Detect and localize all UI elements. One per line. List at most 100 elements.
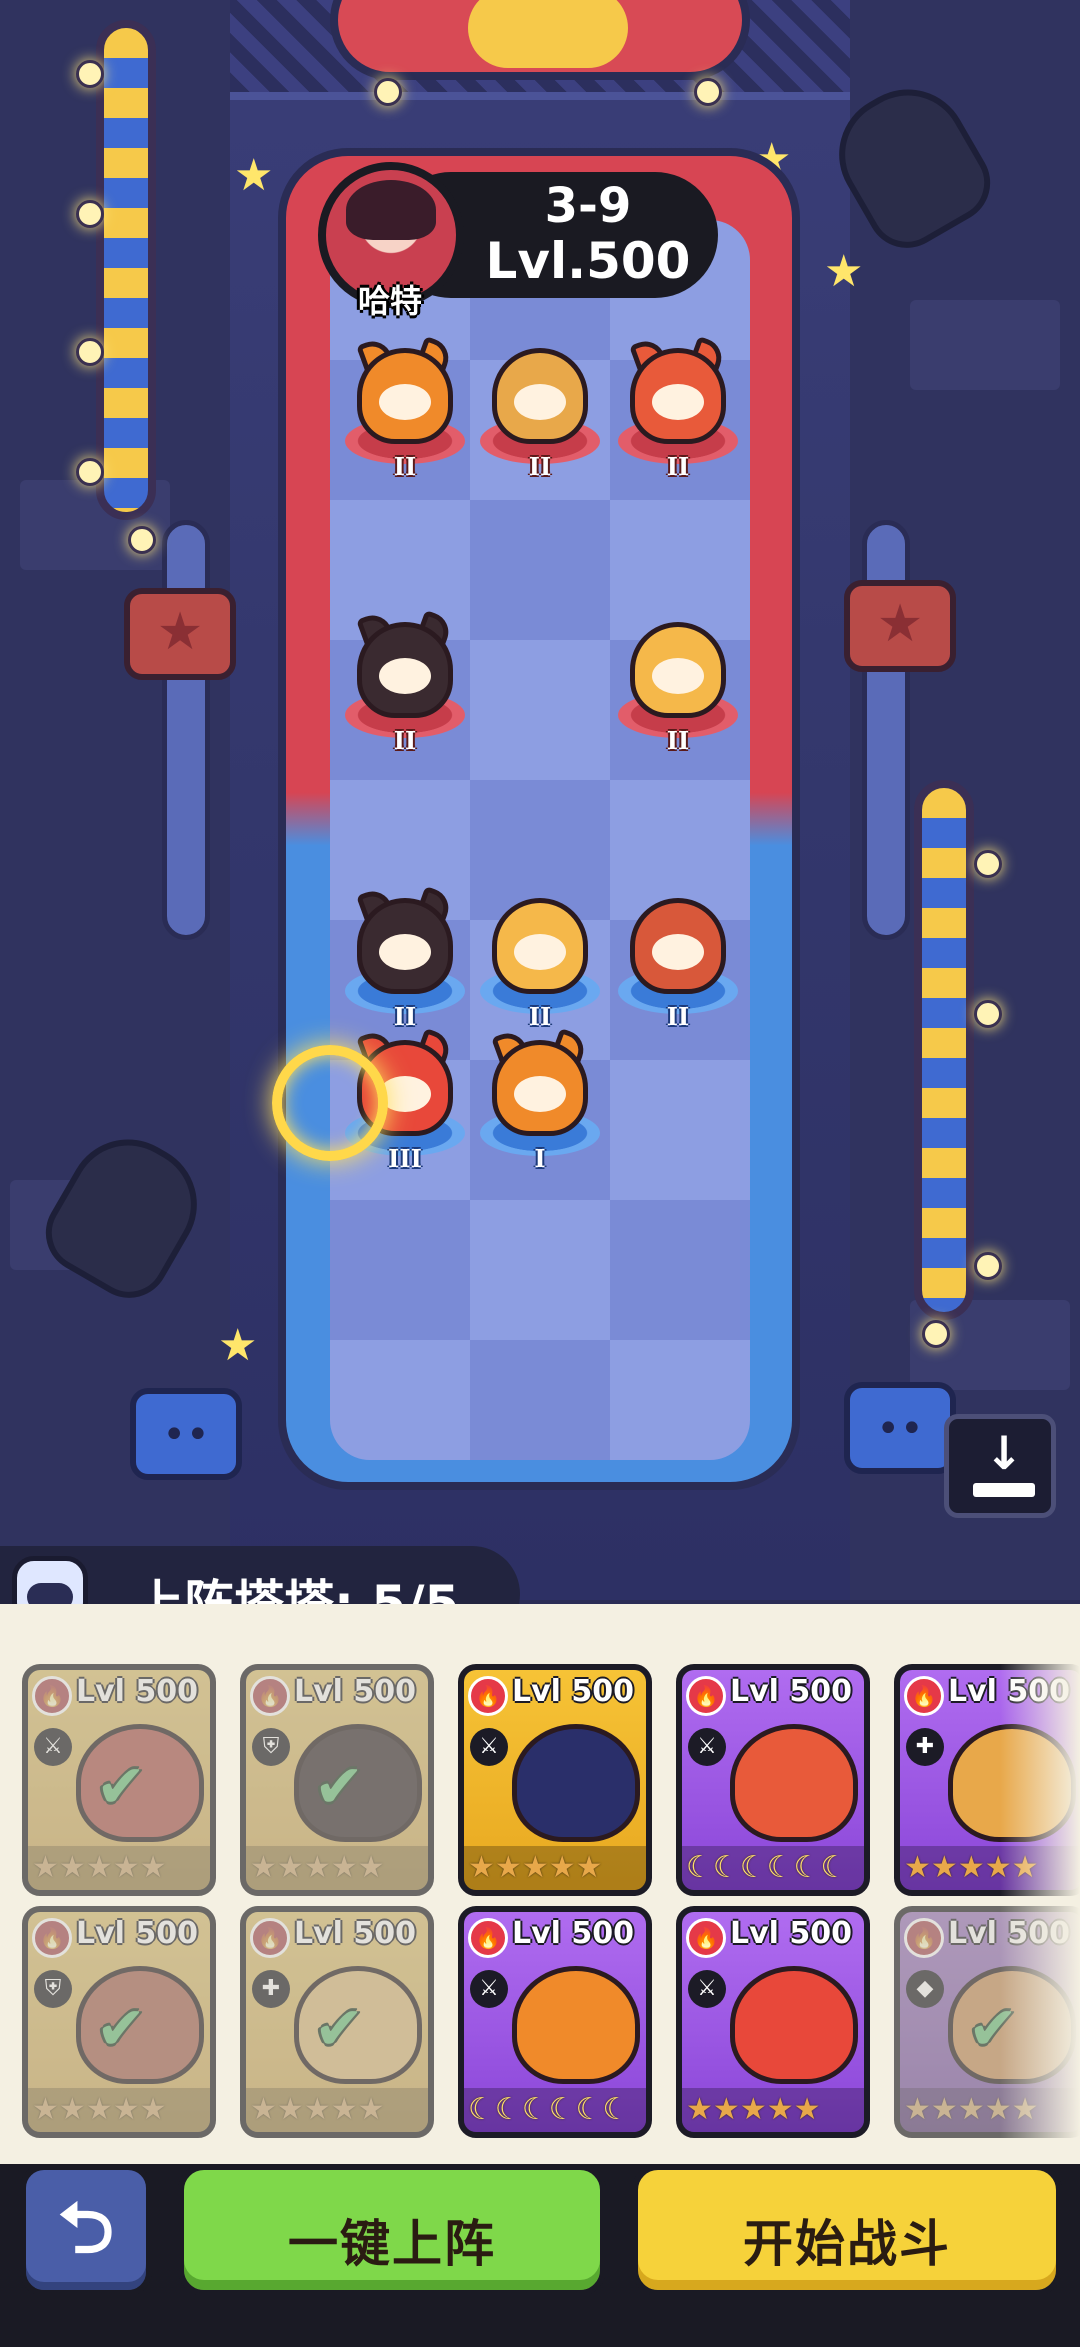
moon-icon: ☾	[820, 1850, 848, 1885]
selection-ring	[272, 1045, 388, 1161]
fire-owl-unit-icon[interactable]: II	[608, 335, 748, 490]
right-checker-banner	[914, 780, 974, 1320]
moon-icon: ☾	[739, 1850, 767, 1885]
fire-element-icon	[250, 1918, 290, 1958]
moon-icon: ☾	[575, 2092, 603, 2127]
rank-stars: ★★★★★	[246, 1846, 428, 1890]
shield-icon: ⛨	[34, 1970, 72, 2008]
card-level: Lvl 500	[76, 1916, 199, 1951]
enemy-nameplate: 哈特 3-9 Lvl.500	[318, 162, 718, 320]
moon-icon: ☾	[494, 2092, 522, 2127]
star-icon: ★	[139, 1850, 167, 1885]
star-icon: ★	[575, 1850, 603, 1885]
return-arrow-icon: ⮌	[57, 2187, 115, 2269]
decor-star: ★	[218, 1320, 258, 1371]
fire-dog-unit-icon[interactable]: II	[335, 609, 475, 764]
card-level: Lvl 500	[730, 1916, 853, 1951]
card-level: Lvl 500	[294, 1674, 417, 1709]
rank-stars: ☾☾☾☾☾☾	[464, 2088, 646, 2132]
back-button[interactable]: ⮌	[20, 2164, 152, 2296]
tiger-cub-unit-icon[interactable]: I	[470, 1027, 610, 1182]
check-icon: ✔	[95, 1752, 147, 1822]
fire-element-icon	[904, 1918, 944, 1958]
rank-stars: ★★★★★	[464, 1846, 646, 1890]
fire-element-icon	[686, 1918, 726, 1958]
star-icon: ★	[521, 1850, 549, 1885]
rank-stars: ★★★★★	[246, 2088, 428, 2132]
scroll-fade	[1000, 1604, 1080, 2164]
moon-icon: ☾	[793, 1850, 821, 1885]
fire-element-icon	[904, 1676, 944, 1716]
rank-stars: ☾☾☾☾☾☾	[682, 1846, 864, 1890]
light-bulb	[974, 850, 1002, 878]
unit-tier: II	[666, 726, 690, 755]
left-checker-banner	[96, 20, 156, 520]
sword-icon: ⚔	[470, 1728, 508, 1766]
light-bulb	[76, 60, 104, 88]
fire-chick-unit-icon[interactable]: II	[608, 614, 748, 764]
start-battle-button[interactable]: 开始战斗	[632, 2164, 1062, 2296]
star-icon: ★	[957, 1850, 985, 1885]
star-icon: ★	[250, 1850, 277, 1885]
light-bulb	[128, 526, 156, 554]
shield-icon: ⛨	[252, 1728, 290, 1766]
board-cell	[610, 1200, 750, 1340]
star-icon: ★	[32, 1850, 59, 1885]
unit-tier: II	[666, 1002, 690, 1031]
unit-card[interactable]: Lvl 500 ✚ ✔ ★★★★★	[240, 1906, 434, 2138]
wall-brick	[910, 300, 1060, 390]
cat-block-right	[844, 1382, 956, 1474]
tiger-unit-icon[interactable]: II	[335, 335, 475, 490]
burger-pig-unit-icon[interactable]: II	[470, 340, 610, 490]
star-block-left	[124, 588, 236, 680]
heal-icon: ✚	[252, 1970, 290, 2008]
star-icon: ★	[793, 2092, 821, 2127]
unit-portrait	[512, 1966, 640, 2084]
star-icon: ★	[330, 1850, 358, 1885]
board-cell	[470, 500, 610, 640]
start-battle-label: 开始战斗	[743, 2215, 951, 2273]
unit-card[interactable]: Lvl 500 ⚔ ★★★★★	[676, 1906, 870, 2138]
unit-card[interactable]: Lvl 500 ⚔ ☾☾☾☾☾☾	[458, 1906, 652, 2138]
fire-dog-unit-icon[interactable]: II	[335, 885, 475, 1040]
fire-element-icon	[468, 1918, 508, 1958]
unit-card[interactable]: Lvl 500 ⛨ ✔ ★★★★★	[240, 1664, 434, 1896]
star-icon: ★	[250, 2092, 277, 2127]
sword-icon: ⚔	[688, 1728, 726, 1766]
light-bulb	[76, 458, 104, 486]
star-icon: ★	[330, 2092, 358, 2127]
download-button[interactable]: ↓	[944, 1414, 1056, 1518]
enemy-stage: 3-9	[544, 178, 632, 234]
spotted-toad-unit-icon[interactable]: II	[608, 890, 748, 1040]
enemy-level: Lvl.500	[485, 232, 691, 290]
star-icon: ★	[904, 2092, 931, 2127]
star-icon: ★	[303, 1850, 331, 1885]
sword-icon: ⚔	[470, 1970, 508, 2008]
sword-icon: ⚔	[688, 1970, 726, 2008]
unit-card[interactable]: Lvl 500 ⚔ ★★★★★	[458, 1664, 652, 1896]
unit-tier: II	[393, 726, 417, 755]
star-icon: ★	[85, 1850, 113, 1885]
moon-icon: ☾	[712, 1850, 740, 1885]
star-icon: ★	[904, 1850, 931, 1885]
star-icon: ★	[357, 1850, 385, 1885]
light-bulb	[922, 1320, 950, 1348]
star-icon: ★	[276, 1850, 304, 1885]
rank-stars: ★★★★★	[28, 1846, 210, 1890]
check-icon: ✔	[95, 1994, 147, 2064]
star-block-right	[844, 580, 956, 672]
light-bulb	[694, 78, 722, 106]
unit-card[interactable]: Lvl 500 ⚔ ☾☾☾☾☾☾	[676, 1664, 870, 1896]
star-icon: ★	[58, 1850, 86, 1885]
board-cell	[330, 1200, 470, 1340]
unit-card[interactable]: Lvl 500 ⚔ ✔ ★★★★★	[22, 1664, 216, 1896]
unit-roster[interactable]: Lvl 500 ⚔ ✔ ★★★★★ Lvl 500 ⛨ ✔ ★★★★★ Lvl …	[0, 1604, 1080, 2164]
enemy-name: 哈特	[357, 282, 422, 320]
star-icon: ★	[303, 2092, 331, 2127]
fire-chick-unit-icon[interactable]: II	[470, 890, 610, 1040]
heal-icon: ✚	[906, 1728, 944, 1766]
unit-card[interactable]: Lvl 500 ⛨ ✔ ★★★★★	[22, 1906, 216, 2138]
auto-deploy-button[interactable]: 一键上阵	[178, 2164, 606, 2296]
star-icon: ★	[276, 2092, 304, 2127]
moon-icon: ☾	[602, 2092, 630, 2127]
